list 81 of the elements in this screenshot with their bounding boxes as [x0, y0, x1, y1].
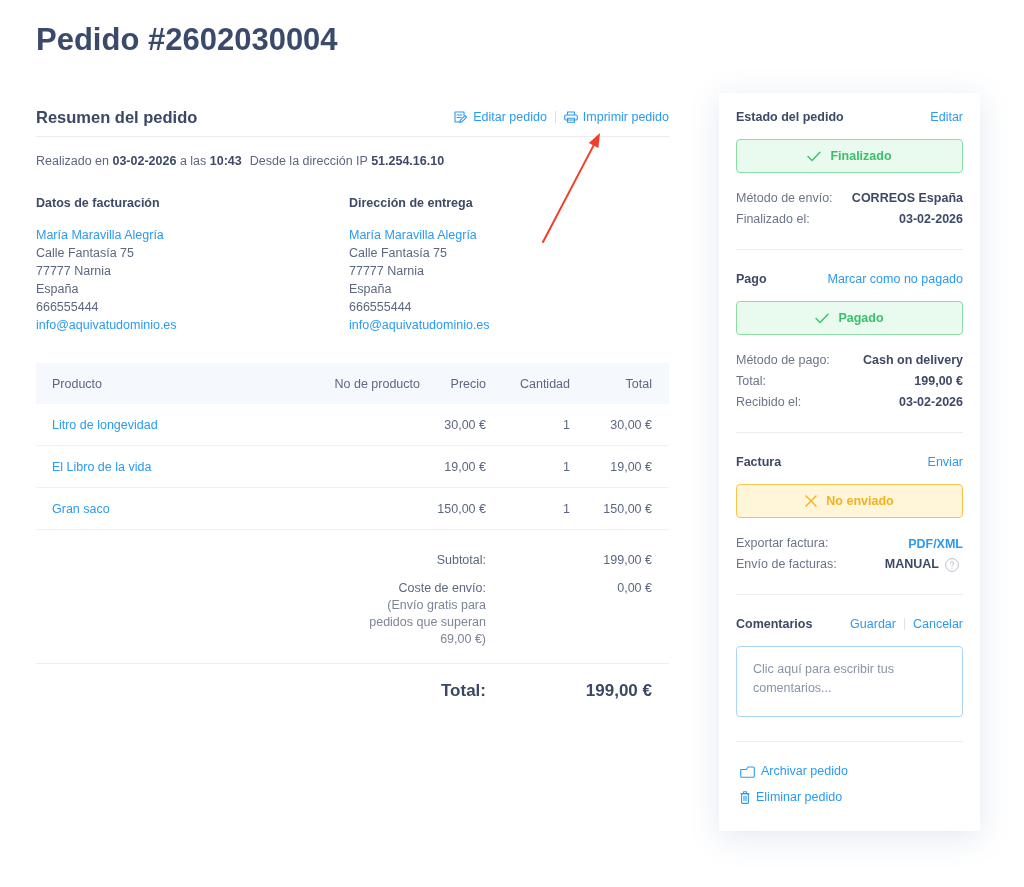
- detail-label: Método de pago:: [736, 352, 830, 369]
- detail-value: MANUAL: [884, 556, 939, 573]
- address-line: Calle Fantasía 75: [36, 245, 134, 262]
- check-icon: [815, 312, 830, 324]
- detail-label: Finalizado el:: [736, 211, 810, 228]
- page-title: Pedido #2602030004: [36, 22, 339, 58]
- table-cell: 30,00 €: [610, 417, 652, 432]
- product-link[interactable]: Litro de longevidad: [52, 415, 158, 434]
- detail-label: Recibido el:: [736, 394, 802, 411]
- pencil-icon: [454, 110, 469, 124]
- table-cell: 150,00 €: [437, 501, 486, 516]
- shipping-label: Coste de envío:: [398, 580, 486, 597]
- order-date-text: Realizado en 03-02-2026 a las 10:43: [36, 153, 242, 170]
- email-link[interactable]: info@aquivatudominio.es: [349, 316, 490, 334]
- comment-field[interactable]: Clic aquí para escribir tus comentarios...: [736, 646, 963, 717]
- table-cell: 19,00 €: [444, 459, 486, 474]
- cross-icon: [805, 495, 818, 507]
- subtotal-label: Subtotal:: [436, 552, 486, 569]
- shipping-value: 0,00 €: [617, 581, 652, 595]
- card-action-link[interactable]: Guardar: [850, 615, 896, 633]
- table-cell: 30,00 €: [444, 417, 486, 432]
- delete-order-link[interactable]: Eliminar pedido: [740, 788, 843, 807]
- column-header: Total: [625, 376, 652, 391]
- archive-order-link[interactable]: Archivar pedido: [740, 762, 848, 781]
- card-action-link[interactable]: Cancelar: [912, 615, 963, 633]
- card-heading: Pago: [736, 271, 767, 288]
- table-cell: 1: [563, 459, 570, 474]
- address-line: España: [36, 281, 79, 298]
- edit-order-link[interactable]: Editar pedido: [454, 108, 547, 126]
- status-label: Pagado: [838, 311, 884, 325]
- detail-label: Exportar factura:: [736, 535, 829, 552]
- detail-value: 03-02-2026: [899, 211, 963, 228]
- ip-address-text: Desde la dirección IP 51.254.16.10: [249, 153, 445, 170]
- email-link[interactable]: info@aquivatudominio.es: [36, 316, 177, 334]
- table-cell: 150,00 €: [603, 501, 652, 516]
- help-icon[interactable]: [945, 557, 959, 572]
- check-icon: [807, 150, 822, 162]
- table-cell: 1: [563, 417, 570, 432]
- print-order-link[interactable]: Imprimir pedido: [563, 108, 669, 126]
- total-value: 199,00 €: [585, 681, 652, 700]
- card-action-link[interactable]: Marcar como no pagado: [827, 270, 963, 288]
- folder-icon: [740, 765, 755, 778]
- column-header: No de producto: [334, 376, 420, 391]
- trash-icon: [740, 791, 750, 804]
- card-action-link[interactable]: Enviar: [927, 453, 963, 471]
- address-line: 666555444: [349, 299, 412, 316]
- subtotal-value: 199,00 €: [603, 553, 652, 567]
- product-link[interactable]: El Libro de la vida: [52, 457, 152, 476]
- address-line: 77777 Narnia: [36, 263, 112, 280]
- address-line: España: [349, 281, 392, 298]
- address-heading: Datos de facturación: [36, 195, 161, 212]
- address-line: 77777 Narnia: [349, 263, 425, 280]
- address-line: 666555444: [36, 299, 99, 316]
- status-label: Finalizado: [830, 149, 892, 163]
- column-header: Precio: [450, 376, 486, 391]
- column-header: Cantidad: [519, 376, 570, 391]
- table-cell: 1: [563, 501, 570, 516]
- detail-label: Total:: [736, 373, 766, 390]
- detail-value: 199,00 €: [914, 373, 963, 390]
- detail-value: Cash on delivery: [862, 352, 963, 369]
- column-header: Producto: [52, 376, 103, 391]
- card-heading: Factura: [736, 454, 782, 471]
- address-heading: Dirección de entrega: [349, 195, 474, 212]
- printer-icon: [563, 111, 578, 123]
- section-heading: Resumen del pedido: [36, 107, 198, 128]
- customer-name-link[interactable]: María Maravilla Alegría: [36, 226, 164, 244]
- card-heading: Comentarios: [736, 616, 813, 633]
- detail-label: Método de envío:: [736, 190, 833, 207]
- export-link[interactable]: PDF/XML: [908, 534, 963, 553]
- shipping-note: (Envío gratis para pedidos que superan 69,00 €): [368, 597, 486, 648]
- table-cell: 19,00 €: [610, 459, 652, 474]
- card-action-link[interactable]: Editar: [930, 108, 963, 126]
- card-heading: Estado del pedido: [736, 109, 844, 126]
- customer-name-link[interactable]: María Maravilla Alegría: [349, 226, 477, 244]
- total-label: Total:: [441, 681, 486, 700]
- detail-label: Envío de facturas:: [736, 556, 837, 573]
- detail-value: CORREOS España: [851, 190, 963, 207]
- address-line: Calle Fantasía 75: [349, 245, 447, 262]
- product-link[interactable]: Gran saco: [52, 499, 110, 518]
- status-label: No enviado: [826, 494, 894, 508]
- detail-value: 03-02-2026: [899, 394, 963, 411]
